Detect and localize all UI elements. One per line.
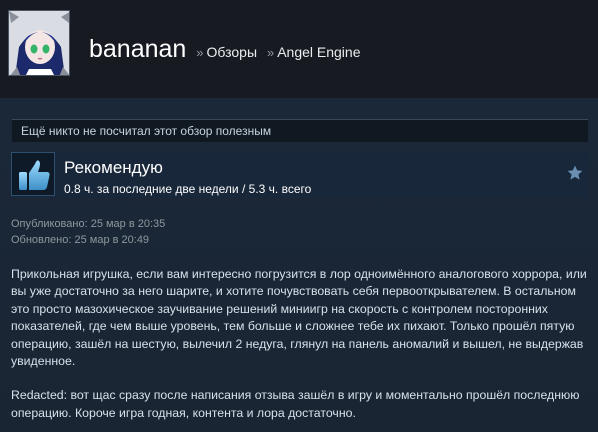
recommendation-box: Рекомендую 0.8 ч. за последние две недел… — [11, 152, 589, 198]
review-dates: Опубликовано: 25 мар в 20:35 Обновлено: … — [11, 216, 165, 248]
breadcrumb-game-link[interactable]: Angel Engine — [277, 44, 360, 60]
posted-date: Опубликовано: 25 мар в 20:35 — [11, 218, 166, 230]
username-link[interactable]: bananan — [89, 35, 186, 63]
recommendation-label: Рекомендую — [64, 158, 163, 177]
playtime-text: 0.8 ч. за последние две недели / 5.3 ч. … — [64, 182, 312, 196]
star-icon[interactable] — [566, 164, 584, 182]
breadcrumb-separator: » — [196, 45, 204, 60]
avatar-image — [9, 11, 69, 75]
profile-header: bananan » Обзоры » Angel Engine — [0, 0, 598, 98]
updated-date: Обновлено: 25 мар в 20:49 — [11, 234, 150, 246]
review-paragraph: Прикольная игрушка, если вам интересно п… — [11, 267, 587, 369]
review-paragraph: Redacted: вот щас сразу после написания … — [11, 388, 580, 420]
thumbs-up-icon — [11, 152, 55, 196]
avatar[interactable] — [8, 10, 70, 76]
helpful-count-bar: Ещё никто не посчитал этот обзор полезны… — [12, 119, 588, 142]
review-body: Прикольная игрушка, если вам интересно п… — [11, 266, 591, 422]
breadcrumb-separator: » — [266, 45, 275, 60]
breadcrumb-reviews-link[interactable]: Обзоры — [207, 44, 258, 60]
breadcrumb: bananan » Обзоры » Angel Engine — [89, 34, 361, 68]
